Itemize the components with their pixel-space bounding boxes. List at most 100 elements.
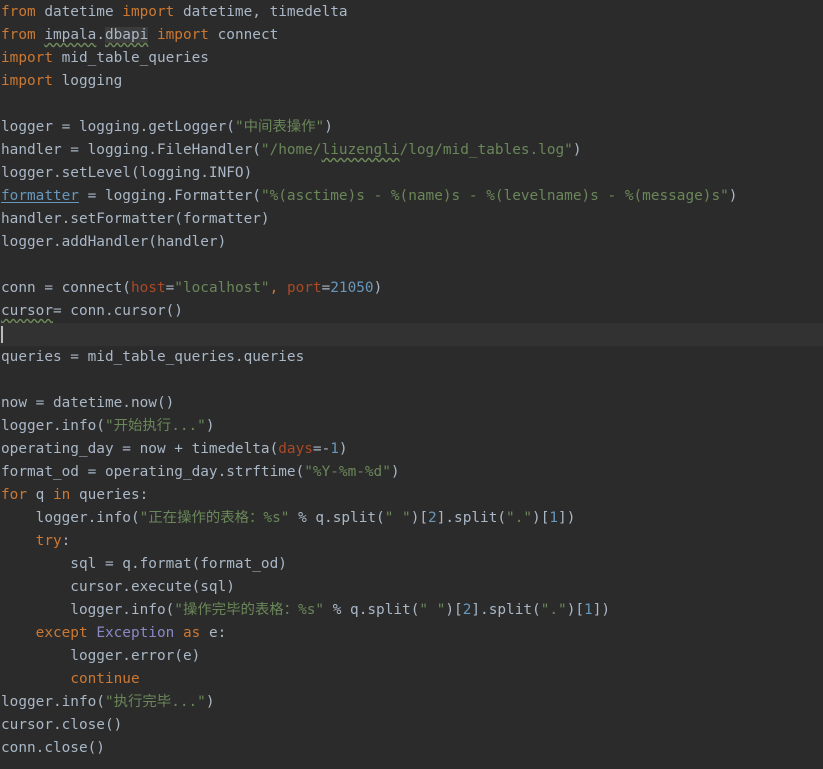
code-line[interactable]: formatter = logging.Formatter("%(asctime…	[0, 185, 823, 208]
code-token: " "	[384, 510, 411, 526]
code-line[interactable]	[0, 254, 823, 277]
code-token: )	[205, 694, 215, 710]
code-token: = conn.cursor()	[52, 303, 183, 319]
code-token: cursor.execute(sql)	[1, 579, 235, 595]
code-line[interactable]: logger = logging.getLogger("中间表操作")	[0, 116, 823, 139]
code-line[interactable]	[0, 93, 823, 116]
code-token: operating_day = now + timedelta(	[1, 441, 279, 457]
code-token: Exception	[96, 625, 175, 641]
code-token: for	[1, 487, 27, 503]
code-token: 2	[428, 510, 437, 526]
code-token: cursor	[1, 303, 53, 319]
code-line[interactable]: queries = mid_table_queries.queries	[0, 346, 823, 369]
code-editor[interactable]: from datetime import datetime, timedelta…	[0, 0, 823, 769]
code-line[interactable]: conn = connect(host="localhost", port=21…	[0, 277, 823, 300]
code-token: 1	[549, 510, 559, 526]
code-token: logger.info(	[1, 602, 175, 618]
code-token: "%Y-%m-%d"	[304, 464, 391, 480]
code-line[interactable]: from impala.dbapi import connect	[0, 24, 823, 47]
code-token: )	[728, 188, 738, 204]
code-token: conn = connect(	[1, 280, 131, 296]
code-token: logger.info(	[1, 694, 105, 710]
code-token: =	[321, 280, 331, 296]
code-line[interactable]: logger.info("开始执行...")	[0, 415, 823, 438]
code-line[interactable]: from datetime import datetime, timedelta	[0, 1, 823, 24]
code-line[interactable]	[0, 369, 823, 392]
code-token: "."	[540, 602, 567, 618]
code-token: cursor.close()	[1, 717, 123, 733]
code-line[interactable]: handler = logging.FileHandler("/home/liu…	[0, 139, 823, 162]
code-token: /log/mid_tables.log"	[399, 142, 573, 158]
code-line[interactable]: logger.setLevel(logging.INFO)	[0, 162, 823, 185]
code-token: )[	[566, 602, 585, 618]
code-line[interactable]: cursor= conn.cursor()	[0, 300, 823, 323]
code-line[interactable]: logger.info("操作完毕的表格：%s" % q.split(" ")[…	[0, 599, 823, 622]
code-token: "开始执行..."	[104, 418, 206, 434]
code-line[interactable]: logger.error(e)	[0, 645, 823, 668]
code-line[interactable]: format_od = operating_day.strftime("%Y-%…	[0, 461, 823, 484]
code-token: = logging.Formatter(	[78, 188, 261, 204]
code-token: import	[122, 4, 175, 20]
code-token: port	[286, 280, 322, 296]
code-token: connect	[208, 27, 279, 43]
code-line[interactable]: for q in queries:	[0, 484, 823, 507]
code-token: import	[1, 73, 53, 89]
code-token: import	[1, 50, 53, 66]
code-token: "%(asctime)s - %(name)s - %(levelname)s …	[260, 188, 729, 204]
code-token: logger.info(	[1, 418, 105, 434]
code-token: ].split(	[471, 602, 541, 618]
text-caret	[1, 326, 3, 343]
code-line[interactable]: cursor.close()	[0, 714, 823, 737]
code-line[interactable]: import mid_table_queries	[0, 47, 823, 70]
code-token: )	[338, 441, 348, 457]
code-token: "正在操作的表格：%s"	[139, 510, 290, 526]
code-token: try	[35, 533, 62, 549]
code-token: logger.error(e)	[1, 648, 201, 664]
code-token: logger = logging.getLogger(	[1, 119, 235, 135]
code-line[interactable]: except Exception as e:	[0, 622, 823, 645]
code-token: in	[53, 487, 71, 503]
code-line[interactable]: logger.addHandler(handler)	[0, 231, 823, 254]
code-token: "localhost"	[174, 280, 270, 296]
code-line[interactable]: now = datetime.now()	[0, 392, 823, 415]
code-token: formatter	[1, 188, 79, 204]
unresolved-reference-highlight: dbapi	[104, 27, 149, 43]
code-token: format_od = operating_day.strftime(	[1, 464, 305, 480]
code-token: logger.info(	[1, 510, 140, 526]
code-token: ])	[558, 510, 576, 526]
code-token: datetime, timedelta	[174, 4, 348, 20]
code-line[interactable]: handler.setFormatter(formatter)	[0, 208, 823, 231]
code-token: from	[1, 27, 36, 43]
code-token: "操作完毕的表格：%s"	[174, 602, 325, 618]
code-token: ])	[592, 602, 611, 618]
code-token: continue	[70, 671, 140, 687]
code-token: )[	[445, 602, 463, 618]
code-token: % q.split(	[324, 602, 420, 618]
code-line[interactable]: import logging	[0, 70, 823, 93]
code-line[interactable]: logger.info("执行完毕...")	[0, 691, 823, 714]
code-line[interactable]: logger.info("正在操作的表格：%s" % q.split(" ")[…	[0, 507, 823, 530]
code-line[interactable]: cursor.execute(sql)	[0, 576, 823, 599]
code-token: )	[324, 119, 333, 135]
code-token: )	[373, 280, 383, 296]
code-token: impala	[44, 27, 97, 43]
code-line[interactable]: sql = q.format(format_od)	[0, 553, 823, 576]
code-token: =	[165, 280, 175, 296]
code-token: 1	[330, 441, 339, 457]
current-line[interactable]	[0, 323, 823, 346]
code-line[interactable]: try:	[0, 530, 823, 553]
code-token: q	[27, 487, 53, 503]
code-token: e:	[200, 625, 227, 641]
code-token: logger.setLevel(logging.INFO)	[1, 165, 253, 181]
code-token: sql = q.format(format_od)	[1, 556, 287, 572]
code-line[interactable]: continue	[0, 668, 823, 691]
code-line[interactable]: conn.close()	[0, 737, 823, 760]
code-token: conn.close()	[1, 740, 105, 756]
code-line[interactable]: operating_day = now + timedelta(days=-1)	[0, 438, 823, 461]
code-token: mid_table_queries	[52, 50, 209, 66]
code-token: =-	[312, 441, 331, 457]
